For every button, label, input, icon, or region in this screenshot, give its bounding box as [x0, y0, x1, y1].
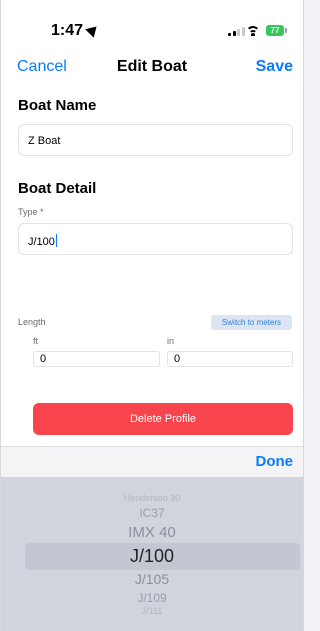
boat-name-heading: Boat Name — [18, 97, 97, 114]
picker-option[interactable]: IMX 40 — [1, 524, 303, 541]
picker-option[interactable]: J/105 — [1, 571, 303, 587]
status-bar: 1:47 77 — [1, 0, 303, 44]
battery-icon: 77 — [266, 25, 284, 36]
cellular-signal-icon — [228, 27, 245, 36]
picker-option[interactable]: IC37 — [1, 506, 303, 520]
location-arrow-icon — [85, 22, 101, 38]
done-button[interactable]: Done — [256, 453, 294, 470]
navigation-bar: Edit Boat Cancel Save — [1, 54, 303, 82]
inches-label: in — [167, 336, 175, 346]
battery-cap-icon — [285, 28, 287, 33]
picker-toolbar: Done — [1, 446, 303, 477]
text-cursor — [55, 234, 57, 247]
feet-input[interactable]: 0 — [33, 351, 160, 367]
picker-option[interactable]: Henderson 30 — [1, 493, 303, 503]
feet-value: 0 — [40, 353, 47, 365]
save-button[interactable]: Save — [256, 58, 293, 76]
picker-option[interactable]: J/111 — [1, 606, 303, 616]
boat-type-text: J/100 — [28, 234, 57, 248]
picker-option[interactable]: J/109 — [1, 591, 303, 605]
switch-units-button[interactable]: Switch to meters — [211, 315, 292, 330]
inches-value: 0 — [174, 353, 181, 365]
length-label: Length — [18, 317, 46, 327]
boat-name-value: Z Boat — [28, 135, 61, 147]
screen: 1:47 77 Edit Boat Cancel Save Boat Name … — [0, 0, 304, 631]
inches-input[interactable]: 0 — [167, 351, 293, 367]
wifi-icon — [246, 26, 260, 36]
type-label: Type * — [18, 207, 44, 217]
feet-label: ft — [33, 336, 39, 346]
delete-profile-button[interactable]: Delete Profile — [33, 403, 293, 435]
boat-type-picker[interactable]: Henderson 30 IC37 IMX 40 J/100 J/105 J/1… — [1, 477, 303, 631]
cancel-button[interactable]: Cancel — [17, 58, 67, 76]
boat-type-input[interactable]: J/100 — [18, 223, 293, 255]
boat-type-value: J/100 — [28, 236, 55, 248]
picker-option-selected[interactable]: J/100 — [1, 546, 303, 567]
status-time: 1:47 — [51, 22, 84, 39]
boat-detail-heading: Boat Detail — [18, 180, 97, 197]
boat-name-input[interactable]: Z Boat — [18, 124, 293, 156]
